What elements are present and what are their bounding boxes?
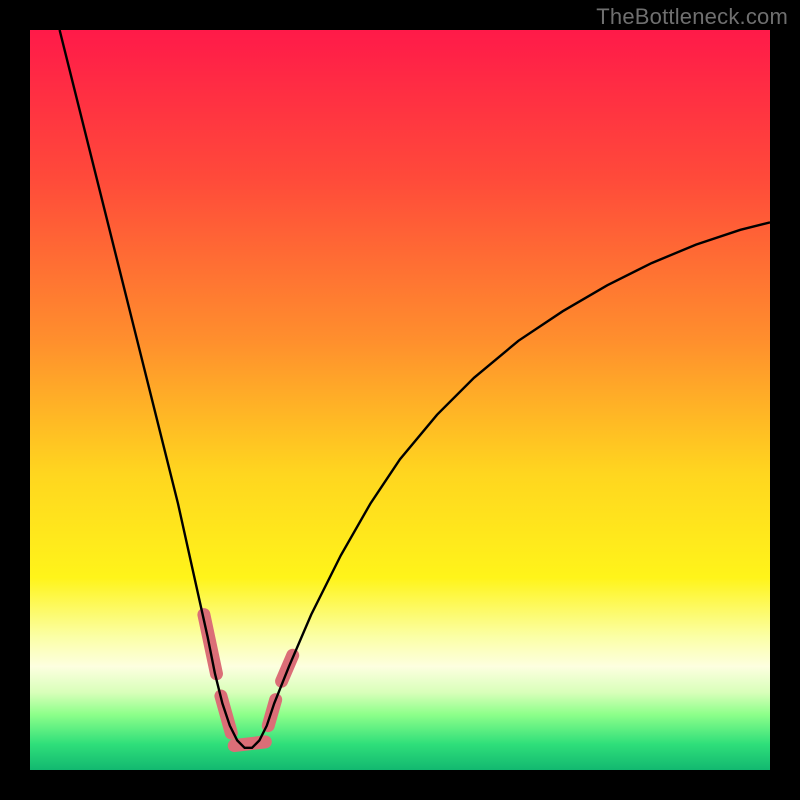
watermark-text: TheBottleneck.com [596,4,788,30]
gradient-background [30,30,770,770]
chart-frame: TheBottleneck.com [0,0,800,800]
bottleneck-chart [30,30,770,770]
plot-area [30,30,770,770]
